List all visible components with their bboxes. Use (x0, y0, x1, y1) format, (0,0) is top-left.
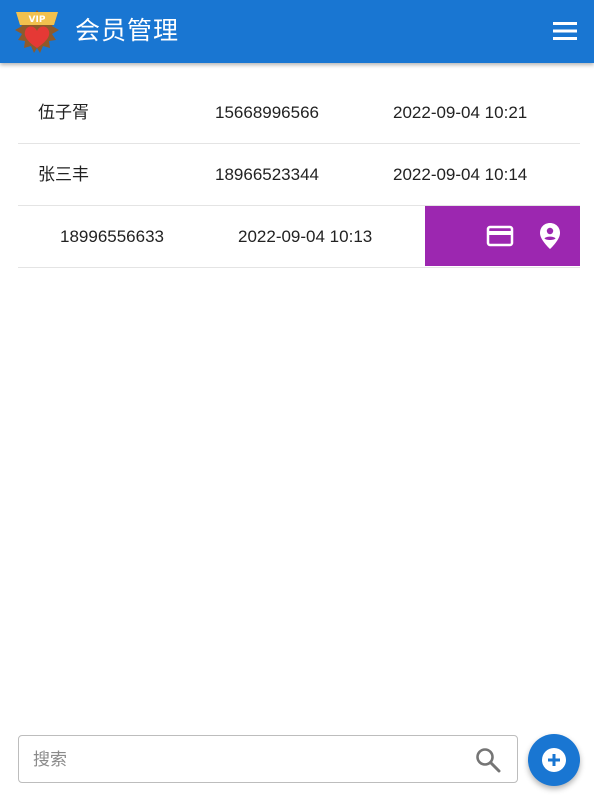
member-row-content: 伍子胥 15668996566 2022-09-04 10:21 (18, 82, 580, 143)
member-row-content: 张三丰 18966523344 2022-09-04 10:14 (18, 144, 580, 205)
member-row[interactable]: 张三丰 18966523344 2022-09-04 10:14 (18, 144, 580, 206)
row-swipe-actions (425, 206, 580, 266)
member-name: 伍子胥 (38, 103, 89, 122)
app-header: VIP 会员管理 (0, 0, 594, 63)
member-row-swiped[interactable]: 18996556633 2022-09-04 10:13 (18, 206, 580, 268)
member-row-content: 18996556633 2022-09-04 10:13 (18, 206, 425, 267)
add-circle-icon (542, 748, 566, 772)
hamburger-menu-icon[interactable] (552, 19, 578, 43)
member-phone: 15668996566 (215, 103, 320, 122)
member-name: 张三丰 (38, 165, 89, 184)
svg-text:VIP: VIP (29, 15, 46, 25)
search-field[interactable] (18, 735, 518, 784)
member-row[interactable]: 伍子胥 15668996566 2022-09-04 10:21 (18, 82, 580, 144)
member-list: 伍子胥 15668996566 2022-09-04 10:21 张三丰 189… (18, 82, 580, 268)
page-title: 会员管理 (75, 16, 180, 45)
card-action-button[interactable] (475, 206, 525, 266)
vip-heart-badge-icon: VIP (15, 10, 59, 53)
search-icon[interactable] (475, 747, 501, 773)
member-phone: 18966523344 (215, 165, 320, 184)
search-input[interactable] (31, 736, 465, 784)
member-date: 2022-09-04 10:14 (393, 165, 528, 184)
member-phone: 18996556633 (60, 227, 165, 246)
location-pin-icon (540, 223, 560, 249)
location-action-button[interactable] (525, 206, 575, 266)
credit-card-icon (486, 225, 514, 247)
app-root: VIP 会员管理 伍子胥 15668996566 2022-09-04 10:2… (0, 0, 594, 807)
add-member-button[interactable] (528, 734, 580, 786)
member-date: 2022-09-04 10:13 (238, 227, 373, 246)
member-date: 2022-09-04 10:21 (393, 103, 528, 122)
